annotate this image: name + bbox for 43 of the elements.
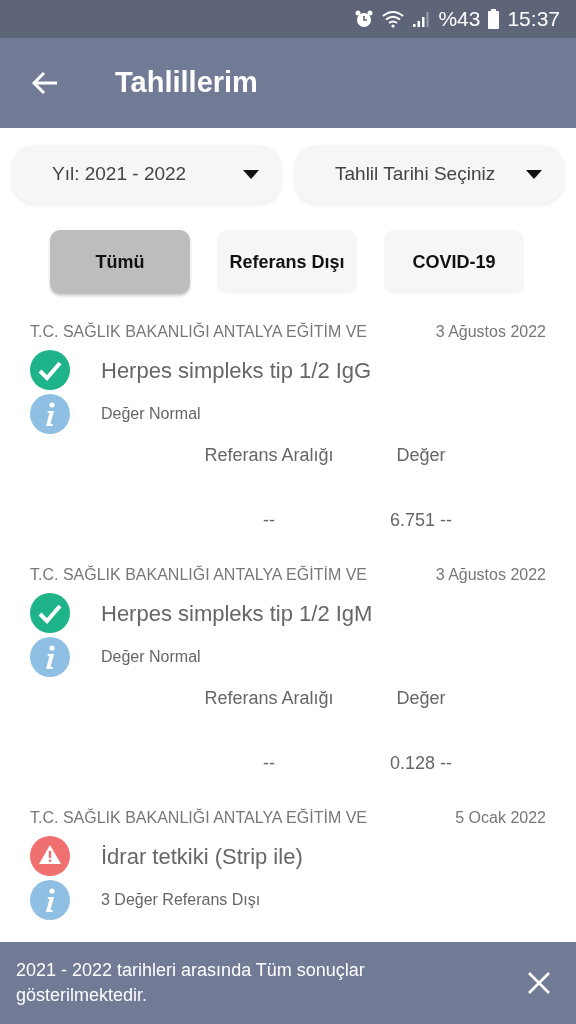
result-note: 3 Değer Referans Dışı [101, 890, 261, 910]
table-cell-text: 0.128 -- [388, 752, 453, 775]
info-icon [30, 880, 70, 920]
close-icon [528, 972, 550, 994]
check-icon [30, 350, 70, 390]
column-header: Referans Aralığı [203, 444, 335, 467]
institution-name: T.C. SAĞLIK BAKANLIĞI ANTALYA EĞİTİM VE [30, 321, 367, 342]
page-title: Tahlillerim [115, 65, 258, 101]
test-date: 3 Ağustos 2022 [435, 322, 546, 342]
signal-icon [412, 10, 431, 28]
clock: 15:37 [507, 6, 560, 33]
battery-icon [488, 9, 500, 29]
column-header: Değer [395, 687, 447, 710]
table-cell-text: -- [262, 509, 276, 532]
dropdown-caret-icon [243, 169, 259, 179]
dropdown-caret-icon [526, 169, 542, 179]
test-date: 3 Ağustos 2022 [435, 565, 546, 585]
filter-tab[interactable]: Referans Dışı [217, 230, 357, 294]
snackbar-message: 2021 - 2022 tarihleri arasında Tüm sonuçlar gösterilmektedir. [16, 959, 366, 1007]
info-icon [30, 394, 70, 434]
institution-name: T.C. SAĞLIK BAKANLIĞI ANTALYA EĞİTİM VE [30, 564, 367, 585]
filter-tab[interactable]: Tümü [50, 230, 190, 294]
result-note: Değer Normal [101, 647, 201, 667]
back-arrow-icon [31, 71, 59, 95]
filter-tab[interactable]: COVID-19 [384, 230, 524, 294]
column-header: Değer [395, 444, 447, 467]
test-name: Herpes simpleks tip 1/2 IgG [101, 356, 372, 385]
test-name: İdrar tetkiki (Strip ile) [101, 842, 303, 871]
check-icon [30, 593, 70, 633]
institution-name: T.C. SAĞLIK BAKANLIĞI ANTALYA EĞİTİM VE [30, 807, 367, 828]
dropdown[interactable]: Tahlil Tarihi Seçiniz [295, 145, 564, 203]
warning-icon [30, 836, 70, 876]
test-date: 5 Ocak 2022 [455, 808, 546, 828]
table-cell-text: 6.751 -- [388, 509, 453, 532]
info-icon [30, 637, 70, 677]
dropdown[interactable]: Yıl: 2021 - 2022 [12, 145, 281, 203]
table-cell-text: -- [262, 752, 276, 775]
result-note: Değer Normal [101, 404, 201, 424]
wifi-icon [382, 10, 405, 28]
battery-percent: %43 [438, 6, 481, 33]
test-name: Herpes simpleks tip 1/2 IgM [101, 599, 373, 628]
column-header: Referans Aralığı [203, 687, 335, 710]
alarm-icon [354, 9, 375, 29]
